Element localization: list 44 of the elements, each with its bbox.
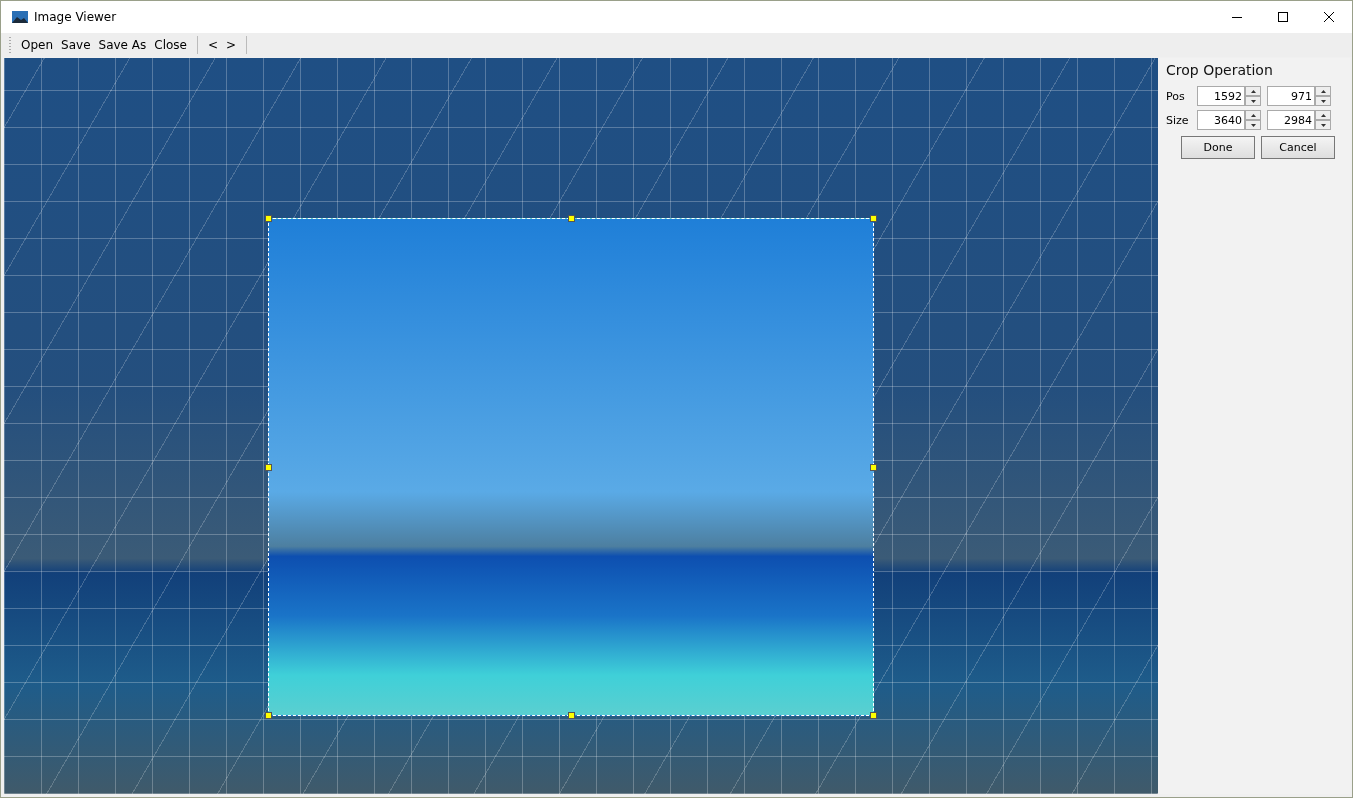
resize-handle[interactable]	[265, 712, 272, 719]
resize-handle[interactable]	[265, 215, 272, 222]
toolbar-button[interactable]: <	[203, 35, 223, 55]
close-icon	[1324, 12, 1334, 22]
dialog-button[interactable]: Cancel	[1261, 136, 1335, 159]
up-arrow-icon	[1320, 89, 1326, 93]
number-field[interactable]: 1592	[1197, 86, 1245, 106]
down-arrow-icon	[1250, 123, 1256, 127]
crop-selection[interactable]	[268, 218, 874, 716]
number-field[interactable]: 2984	[1267, 110, 1315, 130]
toolbar-button[interactable]: Save As	[94, 35, 151, 55]
spin-down-button[interactable]	[1245, 120, 1261, 130]
field-label: Size	[1166, 113, 1190, 127]
spin-up-button[interactable]	[1245, 86, 1261, 96]
resize-handle[interactable]	[265, 464, 272, 471]
resize-handle[interactable]	[870, 215, 877, 222]
spin-down-button[interactable]	[1315, 96, 1331, 106]
resize-handle[interactable]	[568, 215, 575, 222]
toolbar-button[interactable]: Close	[150, 35, 191, 55]
up-arrow-icon	[1250, 89, 1256, 93]
resize-handle[interactable]	[870, 712, 877, 719]
down-arrow-icon	[1320, 123, 1326, 127]
dialog-button[interactable]: Done	[1181, 136, 1255, 159]
spin-down-button[interactable]	[1315, 120, 1331, 130]
down-arrow-icon	[1320, 99, 1326, 103]
panel-title: Crop Operation	[1166, 62, 1274, 78]
spin-up-button[interactable]	[1315, 86, 1331, 96]
spin-up-button[interactable]	[1315, 110, 1331, 120]
down-arrow-icon	[1250, 99, 1256, 103]
toolbar-button[interactable]: >	[222, 35, 241, 55]
toolbar-button[interactable]: Open	[17, 35, 58, 55]
up-arrow-icon	[1250, 113, 1256, 117]
toolbar-button[interactable]: Save	[57, 35, 95, 55]
spin-down-button[interactable]	[1245, 96, 1261, 106]
spin-up-button[interactable]	[1245, 110, 1261, 120]
up-arrow-icon	[1320, 113, 1326, 117]
resize-handle[interactable]	[870, 464, 877, 471]
window-title: Image Viewer	[34, 10, 117, 24]
resize-handle[interactable]	[568, 712, 575, 719]
landscape-icon	[12, 11, 28, 23]
number-field[interactable]: 971	[1267, 86, 1315, 106]
number-field[interactable]: 3640	[1197, 110, 1245, 130]
maximize-icon	[1278, 12, 1288, 22]
field-label: Pos	[1166, 89, 1186, 103]
